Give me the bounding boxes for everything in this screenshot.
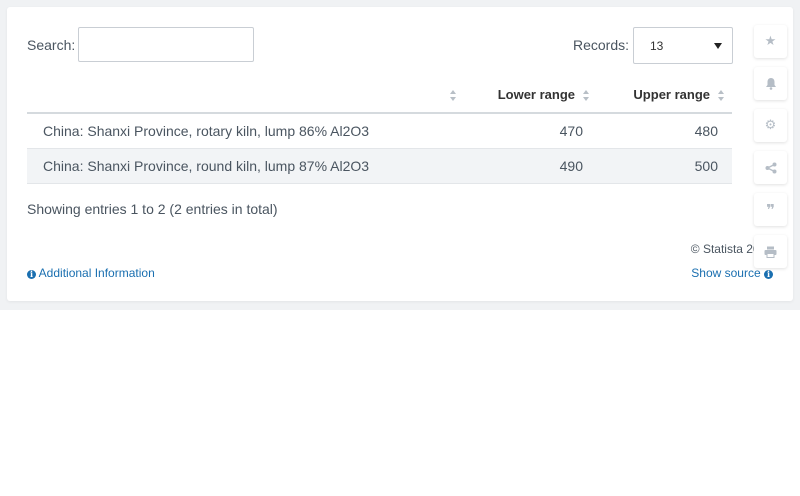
row-lower-range: 470 bbox=[464, 113, 597, 149]
show-source-label: Show source bbox=[691, 266, 761, 280]
table-row: China: Shanxi Province, round kiln, lump… bbox=[27, 148, 732, 184]
row-name: China: Shanxi Province, rotary kiln, lum… bbox=[27, 113, 464, 149]
info-icon: i bbox=[27, 270, 36, 279]
column-header-lower-label: Lower range bbox=[497, 87, 575, 102]
column-header-upper-range[interactable]: Upper range bbox=[597, 77, 732, 114]
settings-button[interactable]: ⚙ bbox=[754, 109, 787, 142]
table-card: Search: Records: 13 Lower range Upper ra… bbox=[7, 7, 793, 301]
row-name: China: Shanxi Province, round kiln, lump… bbox=[27, 148, 464, 184]
print-icon bbox=[764, 246, 777, 258]
row-upper-range: 500 bbox=[597, 148, 732, 184]
cite-button[interactable]: ❞ bbox=[754, 193, 787, 226]
quote-icon: ❞ bbox=[766, 200, 775, 219]
data-table: Lower range Upper range China: Shanxi Pr… bbox=[27, 77, 732, 184]
row-upper-range: 480 bbox=[597, 113, 732, 149]
additional-information-link[interactable]: i Additional Information bbox=[27, 266, 155, 280]
page-background bbox=[0, 310, 800, 496]
gear-icon: ⚙ bbox=[764, 118, 777, 133]
print-button[interactable] bbox=[754, 235, 787, 268]
row-lower-range: 490 bbox=[464, 148, 597, 184]
sort-icon bbox=[718, 89, 726, 102]
entries-summary: Showing entries 1 to 2 (2 entries in tot… bbox=[27, 201, 278, 217]
records-value: 13 bbox=[650, 39, 664, 53]
share-button[interactable] bbox=[754, 151, 787, 184]
caret-down-icon bbox=[714, 43, 722, 49]
search-input[interactable] bbox=[78, 27, 254, 62]
column-header-lower-range[interactable]: Lower range bbox=[464, 77, 597, 114]
sort-icon bbox=[450, 89, 458, 102]
records-select[interactable]: 13 bbox=[633, 27, 733, 64]
search-label: Search: bbox=[27, 37, 76, 53]
column-header-name[interactable] bbox=[27, 77, 464, 114]
column-header-upper-label: Upper range bbox=[633, 87, 710, 102]
bell-icon bbox=[765, 78, 776, 90]
additional-information-label: Additional Information bbox=[38, 266, 155, 280]
sort-icon bbox=[583, 89, 591, 102]
table-row: China: Shanxi Province, rotary kiln, lum… bbox=[27, 113, 732, 149]
table-header-row: Lower range Upper range bbox=[27, 77, 732, 114]
records-label: Records: bbox=[573, 37, 630, 53]
star-icon: ★ bbox=[764, 34, 777, 49]
notification-button[interactable] bbox=[754, 67, 787, 100]
side-toolbar: ★ ⚙ ❞ bbox=[754, 25, 787, 277]
share-icon bbox=[765, 162, 776, 173]
favorite-button[interactable]: ★ bbox=[754, 25, 787, 58]
